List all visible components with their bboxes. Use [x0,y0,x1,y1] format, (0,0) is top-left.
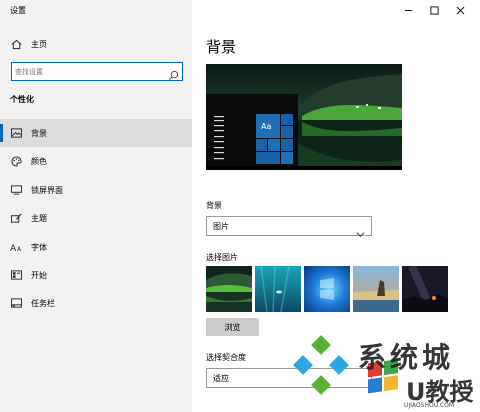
watermark-logo-icon [293,335,349,395]
search-input[interactable] [15,64,165,79]
sidebar-item-background[interactable]: 背景 [0,119,192,147]
sidebar-item-label: 开始 [31,270,47,280]
section-title: 个性化 [10,95,34,104]
sidebar-item-label: 主页 [31,39,47,49]
lock-screen-icon [10,184,22,196]
home-icon [10,38,22,50]
taskbar-icon [10,297,22,309]
start-icon [10,269,22,281]
search-box[interactable] [11,62,183,81]
thumbnail-beach[interactable] [353,266,399,312]
watermark-url: UJIAOSHOU.COM [404,402,455,409]
preview-tile-text: Aa [261,122,272,131]
maximize-button[interactable] [422,3,446,17]
background-dropdown-value: 图片 [213,222,229,231]
sidebar-item-fonts[interactable]: AA 字体 [0,233,192,261]
chevron-down-icon [356,223,365,237]
sidebar-item-label: 背景 [31,128,47,138]
thumbnail-windows[interactable] [304,266,350,312]
thumbnail-lake[interactable] [206,266,252,312]
sidebar-item-home[interactable]: 主页 [0,30,192,58]
choose-picture-label: 选择图片 [206,253,238,262]
thumbnail-night-sky[interactable] [402,266,448,312]
fit-dropdown-value: 适应 [213,374,229,383]
picture-thumbnails [206,266,448,312]
svg-text:A: A [17,246,22,253]
background-preview: Aa [206,64,402,170]
sidebar-item-label: 颜色 [31,156,47,166]
minimize-button[interactable] [396,3,420,17]
watermark: 系统城 U教授 UJIAOSHOU.COM [292,334,480,412]
sidebar: 设置 主页 个性化 背景 颜色 锁屏界面 主题 [0,0,192,412]
background-dropdown[interactable]: 图片 [206,216,372,237]
fit-label: 选择契合度 [206,353,246,362]
sidebar-item-themes[interactable]: 主题 [0,204,192,232]
background-label: 背景 [206,201,222,210]
thumbnail-underwater[interactable] [255,266,301,312]
sidebar-item-label: 主题 [31,213,47,223]
sidebar-item-taskbar[interactable]: 任务栏 [0,289,192,317]
svg-text:A: A [10,244,17,253]
sidebar-item-label: 锁屏界面 [31,185,63,195]
brush-icon [10,212,22,224]
picture-icon [10,127,22,139]
sidebar-item-label: 任务栏 [31,298,55,308]
window-title: 设置 [10,6,26,15]
sidebar-item-colors[interactable]: 颜色 [0,147,192,175]
font-icon: AA [10,241,22,253]
search-icon[interactable] [168,66,179,80]
close-button[interactable] [448,3,472,17]
browse-button[interactable]: 浏览 [206,318,259,336]
palette-icon [10,155,22,167]
sidebar-item-start[interactable]: 开始 [0,261,192,289]
sidebar-item-lock-screen[interactable]: 锁屏界面 [0,176,192,204]
watermark-line1: 系统城 [358,341,455,374]
sidebar-item-label: 字体 [31,242,47,252]
page-title: 背景 [206,38,237,56]
